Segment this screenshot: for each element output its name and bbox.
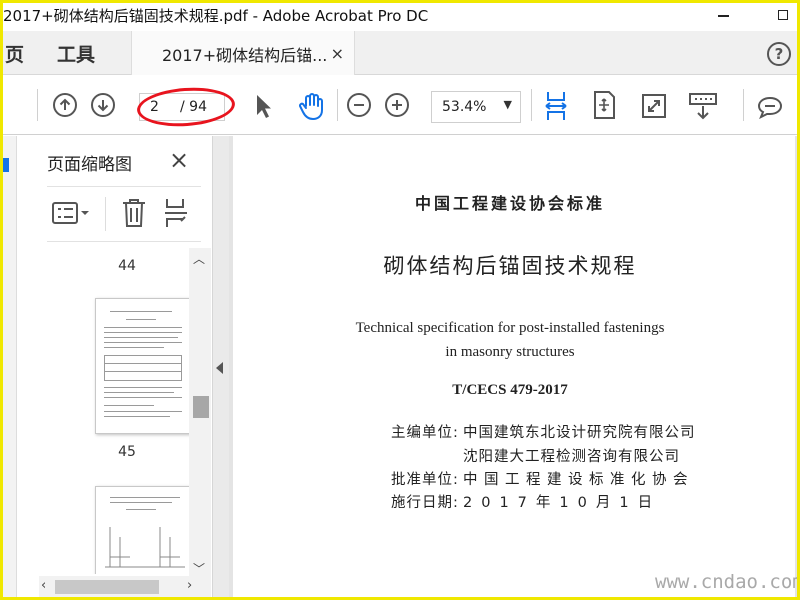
zoom-out-icon — [354, 104, 364, 106]
zoom-dropdown[interactable]: 53.4% ▼ — [431, 91, 521, 123]
page-thumbnail-45[interactable] — [95, 298, 191, 434]
scroll-down-icon[interactable]: ﹀ — [193, 560, 205, 577]
next-page-button[interactable] — [91, 93, 115, 117]
document-code: T/CECS 479-2017 — [452, 382, 568, 398]
document-title-zh: 砌体结构后锚固技术规程 — [383, 254, 637, 278]
approver-row: 批准单位: 中国工程建设标准化协会 — [391, 468, 694, 489]
tab-bar: 页 工具 2017+砌体结构后锚... × ? — [3, 31, 797, 76]
fit-width-button[interactable] — [541, 89, 571, 123]
delete-page-button[interactable] — [121, 197, 147, 233]
window-title: 2017+砌体结构后锚固技术规程.pdf - Adobe Acrobat Pro… — [3, 6, 429, 25]
comment-button[interactable] — [755, 93, 785, 121]
zoom-in-button[interactable] — [385, 93, 409, 117]
tab-tools[interactable]: 工具 — [57, 31, 95, 75]
scroll-right-icon[interactable]: › — [187, 578, 192, 593]
zoom-in-icon — [392, 100, 402, 110]
figure-drawing — [105, 527, 185, 568]
comment-icon — [757, 96, 783, 119]
chevron-down-icon: ▼ — [503, 98, 512, 111]
document-title-en-line2: in masonry structures — [445, 344, 575, 360]
chief-editor-label: 主编单位: — [391, 425, 459, 441]
tab-close-icon[interactable]: × — [331, 44, 344, 63]
panel-toolbar — [47, 186, 201, 242]
panel-splitter[interactable] — [213, 136, 229, 597]
fullscreen-icon — [642, 94, 666, 118]
select-pointer-icon — [257, 95, 271, 118]
collapse-panel-icon[interactable] — [216, 362, 223, 374]
page-number-label: 44 — [118, 258, 136, 274]
chief-editor-row: 主编单位: 中国建筑东北设计研究院有限公司 — [391, 421, 696, 442]
approver-label: 批准单位: — [391, 472, 459, 488]
select-tool-button[interactable] — [251, 91, 275, 121]
site-watermark: www.cndao.com — [655, 571, 797, 593]
toolbar-divider — [37, 89, 38, 121]
left-navigation-rail — [3, 136, 17, 597]
arrow-down-icon — [97, 100, 109, 112]
page-number-label: 45 — [118, 444, 136, 460]
document-title-en-line1: Technical specification for post-install… — [355, 320, 665, 336]
tab-tools-label: 工具 — [57, 43, 96, 66]
page-thumbnail-46[interactable] — [95, 486, 191, 574]
fit-page-icon — [594, 91, 615, 119]
maximize-button[interactable] — [763, 3, 797, 27]
thumbnail-list[interactable]: 44 45 — [47, 244, 211, 574]
zoom-out-button[interactable] — [347, 93, 371, 117]
rail-active-indicator — [3, 158, 9, 172]
document-tab-label: 2017+砌体结构后锚... — [162, 45, 328, 65]
help-icon[interactable]: ? — [767, 42, 791, 66]
effective-date-row: 施行日期: 2017年10月1日 — [391, 491, 661, 512]
list-options-icon — [52, 202, 89, 224]
page-layout-button[interactable] — [163, 197, 189, 233]
app-window: 2017+砌体结构后锚固技术规程.pdf - Adobe Acrobat Pro… — [3, 3, 797, 597]
main-toolbar: 2 / 94 53.4% ▼ — [3, 75, 797, 135]
hand-icon — [299, 93, 323, 120]
page-thumbnails-panel: 页面缩略图 × 44 45 ︿ ﹀ ‹ › — [17, 136, 213, 597]
chief-editor-org1: 中国建筑东北设计研究院有限公司 — [463, 425, 696, 441]
toolbar-divider — [743, 89, 744, 121]
scroll-mode-button[interactable] — [687, 91, 719, 121]
trash-icon — [123, 199, 145, 227]
thumbnail-horizontal-scrollbar[interactable]: ‹ › — [39, 576, 211, 597]
arrow-up-icon — [59, 98, 71, 110]
title-bar: 2017+砌体结构后锚固技术规程.pdf - Adobe Acrobat Pro… — [3, 3, 797, 27]
fit-page-button[interactable] — [589, 89, 619, 121]
tab-home-label: 页 — [5, 43, 25, 66]
minimize-icon — [717, 15, 729, 17]
hand-tool-button[interactable] — [295, 89, 329, 123]
zoom-value: 53.4% — [442, 99, 487, 115]
chief-editor-org2: 沈阳建大工程检测咨询有限公司 — [463, 449, 680, 465]
page-layout-icon — [165, 199, 187, 227]
maximize-icon — [778, 10, 788, 20]
horizontal-scroll-thumb[interactable] — [55, 580, 159, 594]
pdf-page: 中国工程建设协会标准 砌体结构后锚固技术规程 Technical specifi… — [233, 136, 795, 597]
document-view[interactable]: 中国工程建设协会标准 砌体结构后锚固技术规程 Technical specifi… — [229, 136, 797, 597]
previous-page-button[interactable] — [53, 93, 77, 117]
fit-width-icon — [545, 92, 567, 120]
effective-date: 2017年10月1日 — [463, 495, 662, 511]
panel-tool-divider — [105, 197, 106, 231]
tab-home[interactable]: 页 — [5, 31, 24, 75]
thumbnail-options-button[interactable] — [51, 199, 91, 233]
vertical-scroll-thumb[interactable] — [193, 396, 209, 418]
document-org-header: 中国工程建设协会标准 — [414, 194, 605, 213]
scroll-left-icon[interactable]: ‹ — [41, 578, 46, 593]
scroll-up-icon[interactable]: ︿ — [193, 250, 205, 267]
minimize-button[interactable] — [703, 3, 743, 27]
panel-title: 页面缩略图 — [47, 155, 132, 175]
scroll-mode-icon — [689, 93, 717, 120]
thumbnail-vertical-scrollbar[interactable]: ︿ ﹀ — [189, 248, 211, 578]
red-circle-annotation — [135, 84, 237, 130]
full-screen-button[interactable] — [639, 91, 669, 121]
approver-org: 中国工程建设标准化协会 — [463, 472, 694, 488]
toolbar-divider — [531, 89, 532, 121]
toolbar-divider — [337, 89, 338, 121]
panel-close-icon[interactable]: × — [169, 146, 189, 174]
tab-document[interactable]: 2017+砌体结构后锚... × — [131, 31, 355, 76]
effective-date-label: 施行日期: — [391, 495, 459, 511]
